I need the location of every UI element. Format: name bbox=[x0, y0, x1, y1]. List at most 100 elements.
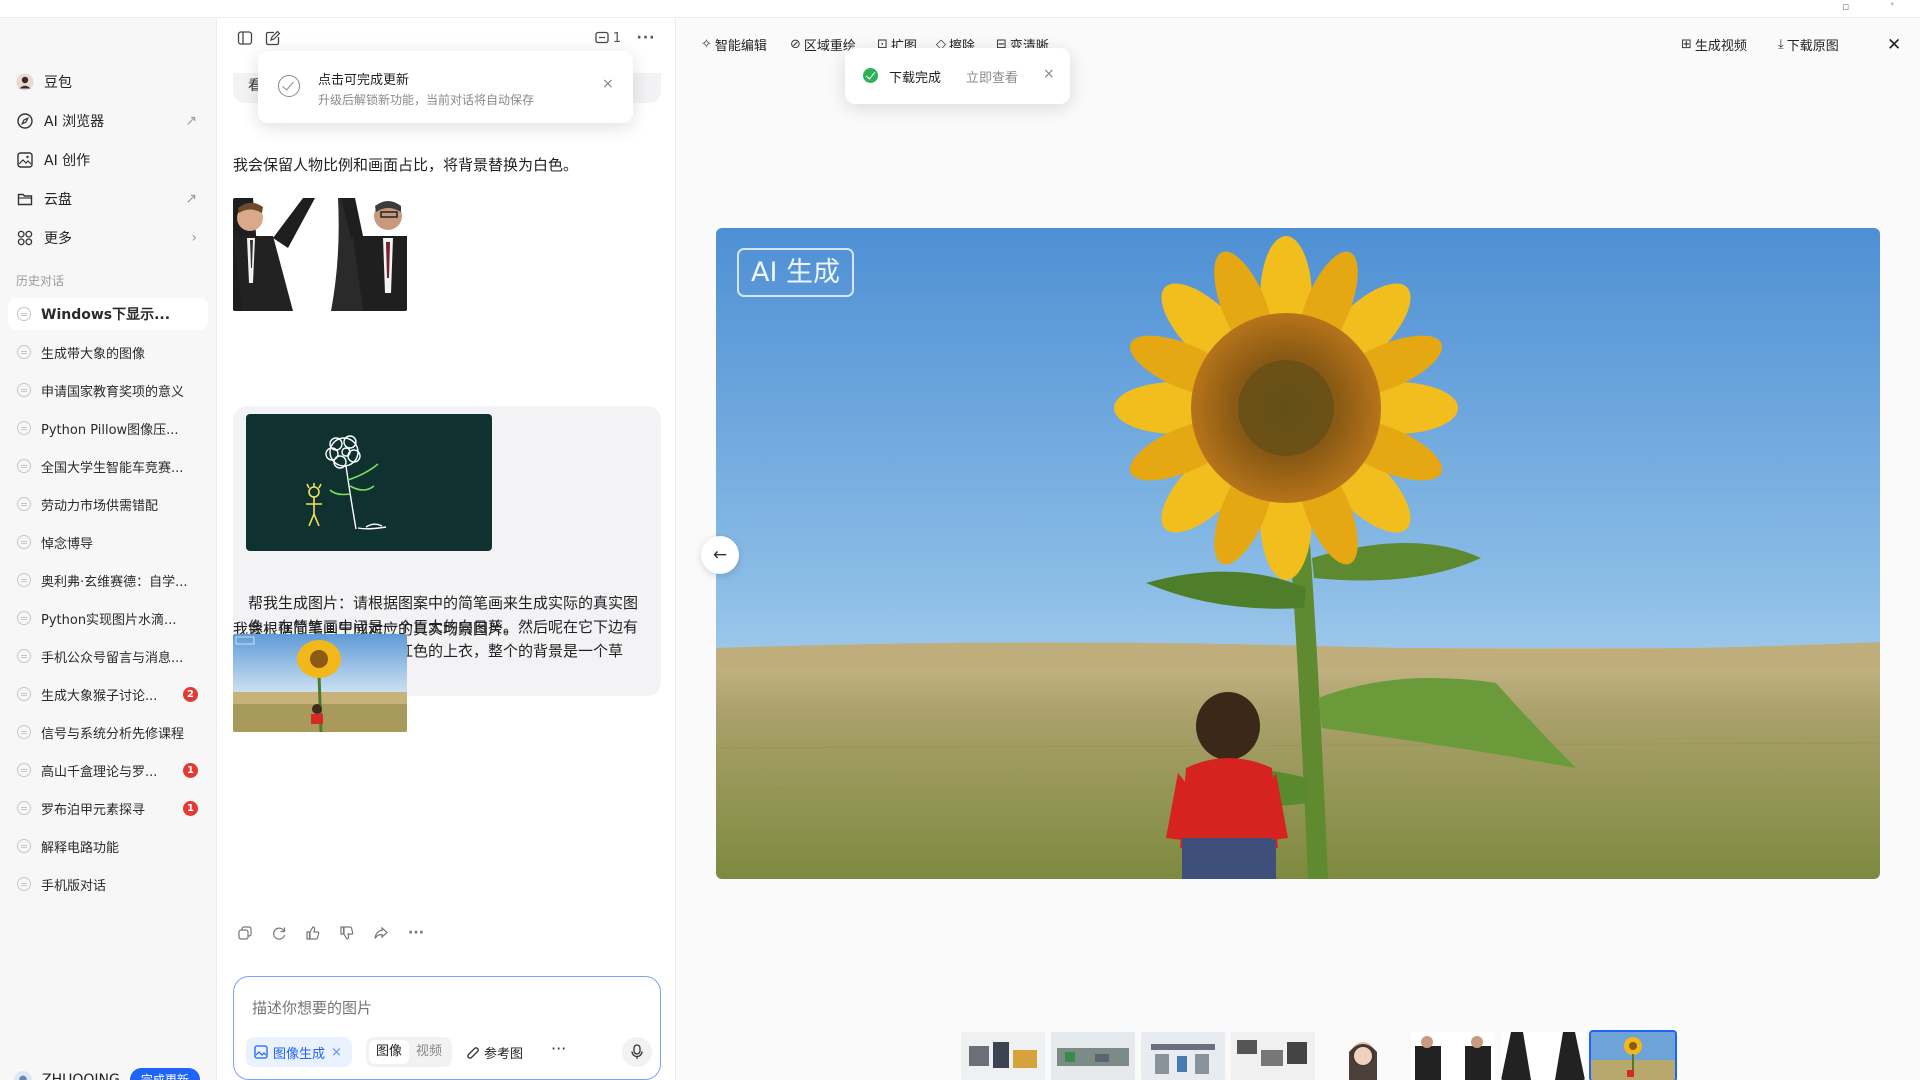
minimize-icon[interactable]: ▫ bbox=[1842, 0, 1849, 13]
sunflower-image-thumbnail[interactable] bbox=[233, 634, 407, 732]
strip-thumbnail[interactable] bbox=[961, 1032, 1045, 1080]
image-mode-option[interactable]: 图像 bbox=[369, 1040, 409, 1064]
window-control-icon[interactable]: ᐩ bbox=[1890, 0, 1894, 13]
close-viewer-icon[interactable]: ✕ bbox=[1887, 35, 1901, 55]
tool-label: 下载原图 bbox=[1786, 39, 1839, 54]
strip-thumbnail[interactable] bbox=[1231, 1032, 1315, 1080]
regenerate-icon[interactable] bbox=[269, 923, 303, 943]
nav-cloud-drive[interactable]: 云盘 ↗ bbox=[12, 183, 205, 215]
doubao-avatar-icon bbox=[16, 73, 34, 91]
video-mode-option[interactable]: 视频 bbox=[409, 1040, 449, 1064]
history-item[interactable]: 信号与系统分析先修课程 bbox=[8, 716, 208, 748]
nav-doubao[interactable]: 豆包 bbox=[12, 66, 205, 98]
close-icon[interactable]: × bbox=[1043, 66, 1055, 82]
chat-bubble-icon bbox=[17, 345, 31, 359]
user-row[interactable]: ● ZHUOQING 完成更新 bbox=[14, 1068, 200, 1080]
history-item[interactable]: 罗布泊甲元素探寻 1 bbox=[8, 792, 208, 824]
paperclip-icon bbox=[467, 1046, 479, 1059]
chat-bubble-icon bbox=[17, 725, 31, 739]
strip-thumbnail[interactable] bbox=[1411, 1032, 1495, 1080]
image-viewer: ✧ 智能编辑 ⊘ 区域重绘 ⊡ 扩图 ◇ 擦除 ⊟ 变清晰 ⊞ 生成视频 ⤓ 下载原图 ✕ 下… bbox=[677, 18, 1920, 1080]
message-actions: ··· bbox=[235, 923, 439, 943]
history-label: Python Pillow图像压... bbox=[41, 422, 179, 438]
generated-image-thumbnail[interactable] bbox=[233, 198, 407, 311]
history-item[interactable]: 申请国家教育奖项的意义 bbox=[8, 374, 208, 406]
history-label: 罗布泊甲元素探寻 bbox=[41, 802, 146, 818]
history-item[interactable]: 高山千盒理论与罗... 1 bbox=[8, 754, 208, 786]
toast-title: 点击可完成更新 bbox=[318, 73, 410, 88]
video-icon: ⊞ bbox=[1681, 37, 1692, 52]
strip-thumbnail[interactable] bbox=[1141, 1032, 1225, 1080]
strip-thumbnail[interactable] bbox=[1501, 1032, 1585, 1080]
microphone-icon[interactable] bbox=[622, 1037, 652, 1067]
generate-video-button[interactable]: ⊞ 生成视频 bbox=[1681, 35, 1747, 54]
chat-bubble-icon bbox=[17, 763, 31, 777]
history-label: 信号与系统分析先修课程 bbox=[41, 726, 185, 742]
copy-icon[interactable] bbox=[235, 923, 269, 943]
complete-update-button[interactable]: 完成更新 bbox=[129, 1068, 200, 1080]
nav-ai-create[interactable]: AI 创作 bbox=[12, 144, 205, 176]
nav-label: AI 创作 bbox=[44, 153, 91, 169]
history-item-active[interactable]: Windows下显示... bbox=[8, 298, 208, 330]
history-label: 手机公众号留言与消息... bbox=[41, 650, 184, 666]
history-item[interactable]: 奥利弗·玄维赛德：自学... bbox=[8, 564, 208, 596]
thumbs-up-icon[interactable] bbox=[303, 923, 337, 943]
nav-more[interactable]: 更多 › bbox=[12, 222, 205, 254]
chat-bubble-icon bbox=[17, 839, 31, 853]
image-icon bbox=[16, 151, 34, 169]
image-generation-chip[interactable]: 图像生成 × bbox=[246, 1037, 352, 1067]
chat-bubble-icon bbox=[17, 687, 31, 701]
view-now-link[interactable]: 立即查看 bbox=[966, 67, 1018, 86]
new-chat-icon[interactable] bbox=[263, 28, 283, 48]
strip-thumbnail[interactable] bbox=[1321, 1032, 1405, 1080]
history-item[interactable]: 生成大象猴子讨论... 2 bbox=[8, 678, 208, 710]
external-link-icon: ↗ bbox=[185, 191, 197, 207]
sketch-image-thumbnail[interactable] bbox=[246, 414, 492, 551]
composer-more-icon[interactable]: ··· bbox=[551, 1039, 566, 1058]
composer: 图像生成 × 图像 视频 参考图 ··· bbox=[233, 976, 661, 1080]
strip-thumbnail[interactable] bbox=[1051, 1032, 1135, 1080]
user-avatar-icon: ● bbox=[14, 1070, 32, 1080]
history-label: 生成带大象的图像 bbox=[41, 346, 146, 362]
check-circle-icon bbox=[278, 75, 300, 97]
history-item[interactable]: Python Pillow图像压... bbox=[8, 412, 208, 444]
more-options-icon[interactable]: ··· bbox=[636, 28, 656, 48]
history-item[interactable]: Python实现图片水滴... bbox=[8, 602, 208, 634]
update-toast[interactable]: 点击可完成更新 升级后解锁新功能，当前对话将自动保存 × bbox=[258, 51, 633, 123]
history-item[interactable]: 劳动力市场供需错配 bbox=[8, 488, 208, 520]
chat-bubble-icon bbox=[17, 307, 31, 321]
nav-ai-browser[interactable]: AI 浏览器 ↗ bbox=[12, 105, 205, 137]
thumbs-down-icon[interactable] bbox=[337, 923, 371, 943]
history-item[interactable]: 手机版对话 bbox=[8, 868, 208, 900]
strip-thumbnail-selected[interactable] bbox=[1589, 1030, 1677, 1080]
unread-badge: 2 bbox=[183, 686, 198, 702]
toast-subtitle: 升级后解锁新功能，当前对话将自动保存 bbox=[318, 93, 535, 107]
history-item[interactable]: 全国大学生智能车竞赛... bbox=[8, 450, 208, 482]
toggle-sidebar-icon[interactable] bbox=[235, 28, 255, 48]
brush-icon: ⊘ bbox=[790, 37, 801, 52]
chat-bubble-icon bbox=[17, 535, 31, 549]
share-icon[interactable] bbox=[371, 923, 405, 943]
more-actions-icon[interactable]: ··· bbox=[405, 923, 439, 943]
close-icon[interactable]: × bbox=[602, 76, 614, 92]
reference-image-button[interactable]: 参考图 bbox=[466, 1043, 523, 1062]
chat-bubble-icon bbox=[17, 573, 31, 587]
history-label: 解释电路功能 bbox=[41, 840, 120, 856]
history-item[interactable]: 手机公众号留言与消息... bbox=[8, 640, 208, 672]
prompt-input[interactable] bbox=[252, 999, 552, 1017]
history-item[interactable]: 悼念博导 bbox=[8, 526, 208, 558]
history-item[interactable]: 生成带大象的图像 bbox=[8, 336, 208, 368]
nav-label: AI 浏览器 bbox=[44, 114, 105, 130]
smart-edit-button[interactable]: ✧ 智能编辑 bbox=[701, 35, 767, 54]
chip-label: 图像生成 bbox=[273, 1046, 326, 1062]
chat-bubble-icon bbox=[17, 383, 31, 397]
nav-label: 豆包 bbox=[44, 75, 72, 91]
chip-close-icon[interactable]: × bbox=[331, 1045, 342, 1060]
previous-image-button[interactable]: ← bbox=[701, 536, 739, 574]
history-item[interactable]: 解释电路功能 bbox=[8, 830, 208, 862]
download-original-button[interactable]: ⤓ 下载原图 bbox=[1778, 35, 1839, 54]
chat-bubble-icon bbox=[17, 497, 31, 511]
conversation-count[interactable]: 1 bbox=[592, 28, 624, 48]
chevron-right-icon: › bbox=[191, 230, 197, 246]
grid-icon bbox=[16, 229, 34, 247]
